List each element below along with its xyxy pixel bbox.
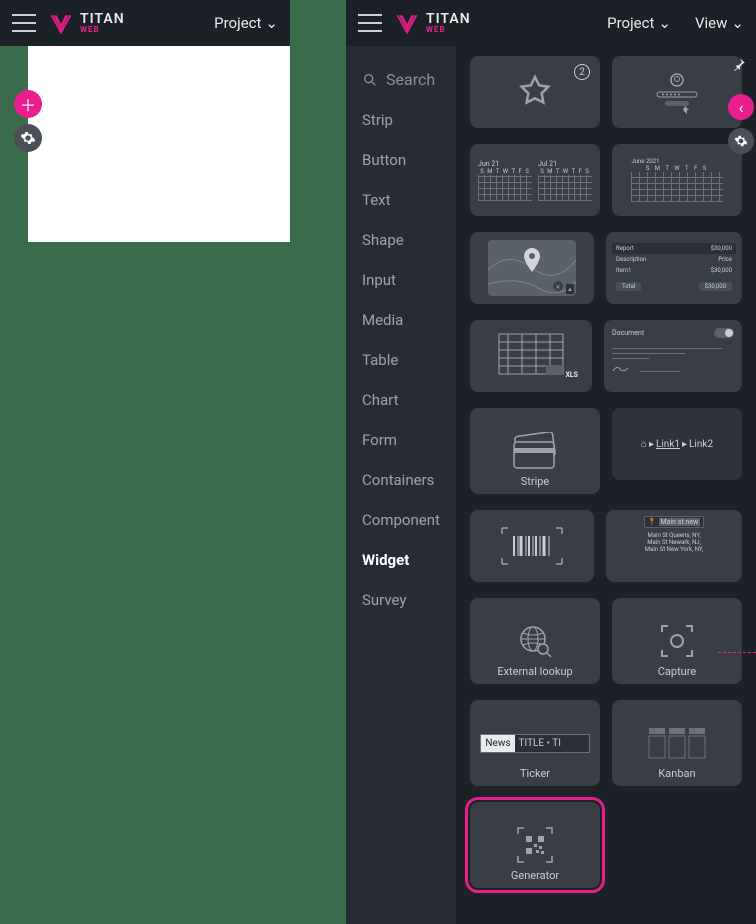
login-icon xyxy=(649,70,705,114)
logo: TITAN WEB xyxy=(48,10,125,36)
top-menu: Project ⌄ View ⌄ xyxy=(607,14,744,32)
canvas xyxy=(28,46,290,242)
logo-icon xyxy=(48,10,74,36)
widget-login[interactable] xyxy=(612,56,742,128)
widget-external-lookup[interactable]: External lookup xyxy=(470,598,600,684)
settings-button[interactable] xyxy=(728,128,754,154)
search-placeholder: Search xyxy=(386,70,435,89)
logo-title: TITAN xyxy=(80,12,125,26)
logo: TITAN WEB xyxy=(394,10,471,36)
search-icon xyxy=(362,72,378,88)
sidebar-search[interactable]: Search xyxy=(362,70,440,89)
logo-title: TITAN xyxy=(426,12,471,26)
sidebar-item-text[interactable]: Text xyxy=(362,191,440,209)
widget-stripe[interactable]: Stripe xyxy=(470,408,600,494)
widget-breadcrumb[interactable]: ⌂▸ Link1▸ Link2 xyxy=(612,408,742,480)
sidebar: Search Strip Button Text Shape Input Med… xyxy=(346,46,456,924)
widget-generator[interactable]: Generator xyxy=(470,802,600,888)
widget-grid[interactable]: 2 Jun 21 S M T W T F S xyxy=(456,46,756,924)
signature-icon xyxy=(612,363,632,373)
hamburger-menu[interactable] xyxy=(12,14,36,32)
qrcode-icon xyxy=(516,826,554,864)
widget-favorite[interactable]: 2 xyxy=(470,56,600,128)
widget-document[interactable]: Document xyxy=(604,320,742,392)
guide-line xyxy=(718,652,756,653)
favorite-badge: 2 xyxy=(574,64,590,80)
hamburger-menu[interactable] xyxy=(358,14,382,32)
widget-map[interactable]: ✕ ▲ xyxy=(470,232,594,304)
widget-address[interactable]: 📍 Main st new Main St Queens, NY, Main S… xyxy=(606,510,742,582)
logo-subtitle: WEB xyxy=(426,26,471,34)
pin-button[interactable] xyxy=(732,56,746,75)
settings-button[interactable] xyxy=(14,124,42,152)
collapse-button[interactable]: ‹ xyxy=(728,94,754,120)
widget-calendar-single[interactable]: June 2021 S M T W T F S xyxy=(612,144,742,216)
logo-subtitle: WEB xyxy=(80,26,125,34)
top-menu: Project ⌄ xyxy=(214,14,278,32)
kanban-icon xyxy=(647,726,707,760)
sidebar-item-containers[interactable]: Containers xyxy=(362,471,440,489)
sidebar-item-survey[interactable]: Survey xyxy=(362,591,440,609)
sidebar-item-shape[interactable]: Shape xyxy=(362,231,440,249)
sidebar-item-form[interactable]: Form xyxy=(362,431,440,449)
creditcard-icon xyxy=(510,432,560,470)
view-menu[interactable]: View ⌄ xyxy=(695,14,744,32)
widget-calendar-range[interactable]: Jun 21 S M T W T F S Jul 21 S M T W T F … xyxy=(470,144,600,216)
sidebar-item-table[interactable]: Table xyxy=(362,351,440,369)
svg-text:▲: ▲ xyxy=(567,286,573,293)
right-header: TITAN WEB Project ⌄ View ⌄ xyxy=(346,0,756,46)
widget-ticker[interactable]: News TITLE • TI Ticker xyxy=(470,700,600,786)
sidebar-item-component[interactable]: Component xyxy=(362,511,440,529)
sidebar-item-chart[interactable]: Chart xyxy=(362,391,440,409)
barcode-icon xyxy=(500,526,564,566)
sidebar-item-widget[interactable]: Widget xyxy=(362,551,440,569)
widget-spreadsheet[interactable]: XLS xyxy=(470,320,592,392)
widget-barcode[interactable] xyxy=(470,510,594,582)
gear-icon xyxy=(20,130,36,146)
pin-icon: 📍 xyxy=(648,518,657,526)
widget-kanban[interactable]: Kanban xyxy=(612,700,742,786)
chevron-down-icon: ⌄ xyxy=(265,14,278,32)
home-icon: ⌂ xyxy=(641,439,647,450)
map-icon: ✕ ▲ xyxy=(488,240,576,296)
add-button[interactable]: ＋ xyxy=(14,90,42,118)
globe-search-icon xyxy=(517,623,553,659)
star-icon xyxy=(515,72,555,112)
pin-icon xyxy=(732,57,746,71)
widget-report[interactable]: Report$30,000 DescriptionPrice Item1$30,… xyxy=(606,232,742,304)
project-menu[interactable]: Project ⌄ xyxy=(214,14,278,32)
sidebar-item-media[interactable]: Media xyxy=(362,311,440,329)
left-window: TITAN WEB Project ⌄ xyxy=(0,0,290,46)
sidebar-item-button[interactable]: Button xyxy=(362,151,440,169)
chevron-left-icon: ‹ xyxy=(739,98,744,117)
left-header: TITAN WEB Project ⌄ xyxy=(0,0,290,46)
right-window: TITAN WEB Project ⌄ View ⌄ Search Strip … xyxy=(346,0,756,924)
svg-text:✕: ✕ xyxy=(555,284,560,291)
sidebar-item-input[interactable]: Input xyxy=(362,271,440,289)
widget-capture[interactable]: Capture xyxy=(612,598,742,684)
gear-icon xyxy=(734,134,748,148)
sidebar-item-strip[interactable]: Strip xyxy=(362,111,440,129)
capture-icon xyxy=(660,624,694,658)
logo-icon xyxy=(394,10,420,36)
chevron-down-icon: ⌄ xyxy=(731,14,744,32)
project-menu[interactable]: Project ⌄ xyxy=(607,14,671,32)
spreadsheet-icon xyxy=(498,333,564,379)
chevron-down-icon: ⌄ xyxy=(658,14,671,32)
